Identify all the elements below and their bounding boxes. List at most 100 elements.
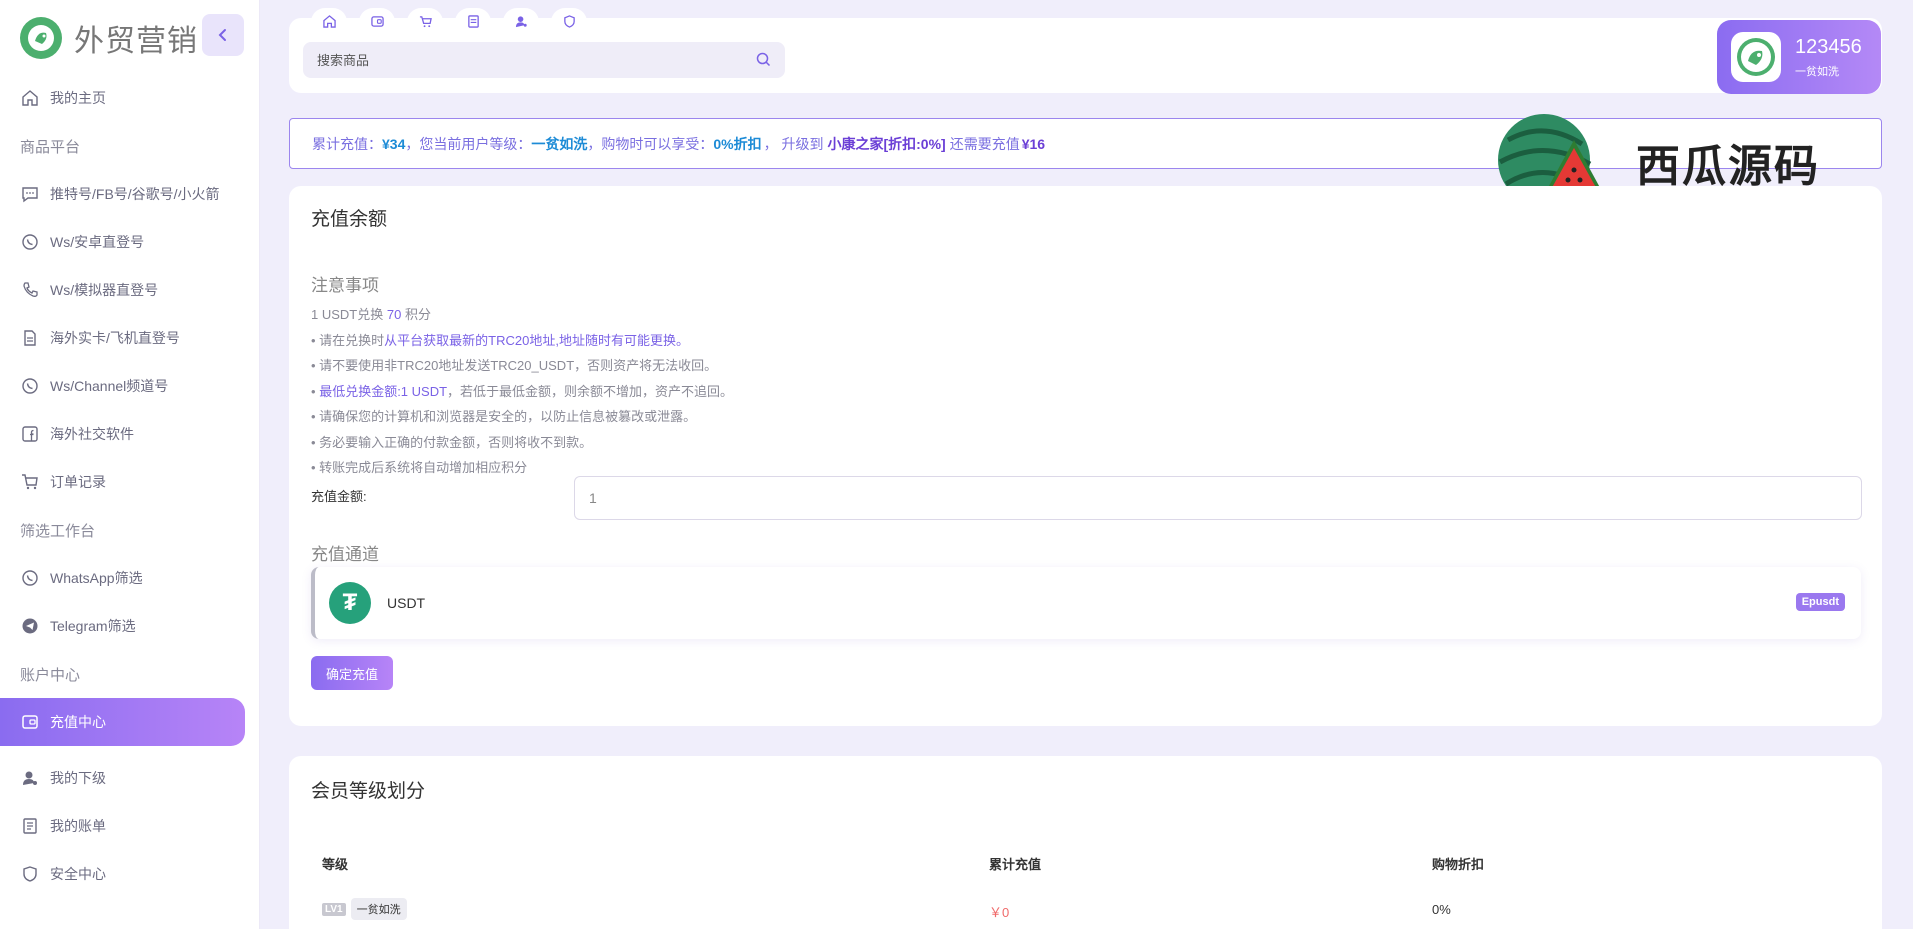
sidebar-item-label: 安全中心 [50,866,106,882]
sidebar-item-ws-emulator[interactable]: Ws/模拟器直登号 [0,266,260,314]
levels-title: 会员等级划分 [311,781,426,802]
notice-amount-needed: ¥16 [1021,135,1046,152]
user-icon [515,15,527,27]
note-text: • 请在兑换时 [311,332,385,348]
sidebar-item-label: Ws/Channel频道号 [50,378,169,394]
quick-bill-button[interactable] [455,8,491,34]
shield-icon [20,864,40,884]
user-meta: 123456 一贫如洗 [1795,36,1862,79]
sidebar-item-whatsapp-filter[interactable]: WhatsApp筛选 [0,554,260,602]
note-item: • 最低兑换金额:1 USDT，若低于最低金额，则余额不增加，资产不追回。 [311,379,733,405]
quick-nav-icons [311,8,599,34]
user-profile-card[interactable]: 123456 一贫如洗 [1717,20,1881,94]
confirm-recharge-button[interactable]: 确定充值 [311,656,393,690]
sidebar-item-label: 我的账单 [50,818,106,834]
search-input[interactable] [317,52,737,68]
search-icon[interactable] [756,52,771,72]
amount-input[interactable] [574,476,1862,520]
user-icon [20,768,40,788]
telegram-icon [20,616,40,636]
chat-icon [20,184,40,204]
quick-home-button[interactable] [311,8,347,34]
top-header: 123456 一贫如洗 [289,8,1882,94]
channel-option-usdt[interactable]: ₮ USDT Epusdt [311,567,1861,639]
notice-next-level: 小康之家[折扣:0%] [827,135,946,152]
sidebar-item-recharge[interactable]: 充值中心 [0,698,245,746]
cart-icon [20,472,40,492]
note-text: ，若低于最低金额，则余额不增加，资产不追回。 [447,383,734,399]
brand-logo-icon [20,17,62,59]
note-highlight: 从平台获取最新的TRC20地址,地址随时有可能更换。 [384,332,689,348]
sidebar-item-overseas-sim[interactable]: 海外实卡/飞机直登号 [0,314,260,362]
rate-prefix: 1 USDT兑换 [311,307,384,322]
sidebar-section-filter: 筛选工作台 [20,522,96,540]
quick-user-button[interactable] [503,8,539,34]
home-icon [20,88,40,108]
level-recharge-value: ￥0 [989,905,1010,920]
sidebar-item-label: 我的下级 [50,770,106,786]
sidebar-item-social-software[interactable]: 海外社交软件 [0,410,260,458]
sidebar-item-subordinates[interactable]: 我的下级 [0,754,260,802]
note-item: • 请确保您的计算机和浏览器是安全的，以防止信息被篡改或泄露。 [311,409,697,424]
amount-label: 充值金额: [311,489,367,504]
whatsapp-icon [20,232,40,252]
sidebar-item-label: Telegram筛选 [50,618,136,634]
facebook-icon [20,424,40,444]
channel-name: USDT [387,595,426,611]
sidebar-section-account: 账户中心 [20,666,81,684]
rate-suffix: 积分 [404,307,431,322]
wallet-icon [20,712,40,732]
shield-icon [563,14,575,28]
sidebar-section-products: 商品平台 [20,138,81,156]
table-header-level: 等级 [322,857,349,872]
sidebar-item-label: 推特号/FB号/谷歌号/小火箭 [50,186,220,202]
wallet-icon [370,15,384,27]
sidebar-item-telegram-filter[interactable]: Telegram筛选 [0,602,260,650]
sidebar-item-ws-channel[interactable]: Ws/Channel频道号 [0,362,260,410]
sidebar: 外贸营销 我的主页 商品平台 推特号/FB号/谷歌号/小火箭 Ws/安卓直登号 … [0,0,260,929]
chevron-left-icon [218,29,226,41]
avatar [1731,32,1781,82]
channel-badge: Epusdt [1795,593,1845,611]
bill-icon [20,816,40,836]
user-level: 一贫如洗 [1795,65,1839,78]
quick-cart-button[interactable] [407,8,443,34]
quick-wallet-button[interactable] [359,8,395,34]
brand[interactable]: 外贸营销 [20,14,198,62]
channel-title: 充值通道 [311,545,379,564]
table-row: LV1 一贫如洗 [322,898,407,920]
note-item: • 请在兑换时从平台获取最新的TRC20地址,地址随时有可能更换。 [311,328,733,354]
note-highlight: 最低兑换金额:1 USDT [319,383,448,399]
document-icon [20,328,40,348]
whatsapp-icon [20,376,40,396]
note-item: • 请不要使用非TRC20地址发送TRC20_USDT，否则资产将无法收回。 [311,358,718,373]
level-discount-value: 0% [1432,902,1451,917]
sidebar-item-security[interactable]: 安全中心 [0,850,260,898]
sidebar-item-social-accounts[interactable]: 推特号/FB号/谷歌号/小火箭 [0,170,260,218]
notice-text: 还需要充值 [949,135,1020,152]
quick-security-button[interactable] [551,8,587,34]
sidebar-item-label: 充值中心 [50,714,106,730]
sidebar-item-label: WhatsApp筛选 [50,570,143,586]
notice-text: ，您当前用户等级： [405,135,532,152]
sidebar-item-label: 订单记录 [50,474,106,490]
home-icon [322,14,336,28]
brand-title: 外贸营销 [74,25,198,58]
sidebar-item-ws-android[interactable]: Ws/安卓直登号 [0,218,260,266]
table-header-recharge: 累计充值 [989,857,1042,872]
recharge-card: 充值余额 注意事项 1 USDT兑换 70 积分 • 请在兑换时从平台获取最新的… [289,186,1882,726]
tether-icon: ₮ [329,582,371,624]
sidebar-item-orders[interactable]: 订单记录 [0,458,260,506]
level-badge: LV1 [322,902,346,916]
note-text: • [311,383,316,399]
notes-list: 1 USDT兑换 70 积分 • 请在兑换时从平台获取最新的TRC20地址,地址… [311,302,733,481]
phone-icon [20,280,40,300]
whatsapp-icon [20,568,40,588]
notice-current-level: 一贫如洗 [531,135,588,152]
sidebar-item-home[interactable]: 我的主页 [0,74,260,122]
watermark-text: 西瓜源码 [1636,141,1820,192]
sidebar-item-label: Ws/安卓直登号 [50,234,145,250]
note-item: • 务必要输入正确的付款金额，否则将收不到款。 [311,434,593,450]
sidebar-item-bills[interactable]: 我的账单 [0,802,260,850]
sidebar-collapse-button[interactable] [202,14,244,56]
